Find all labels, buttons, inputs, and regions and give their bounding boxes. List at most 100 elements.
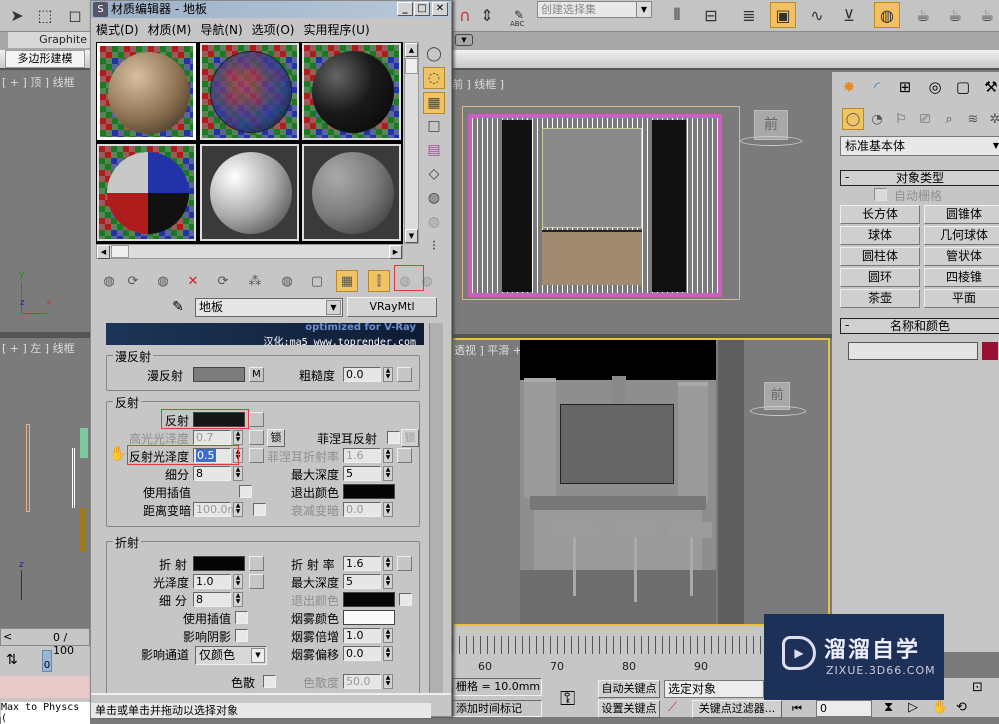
- current-frame-marker[interactable]: 0: [42, 650, 52, 672]
- scroll-right-icon[interactable]: ▶: [389, 245, 402, 259]
- graphite-tab[interactable]: Graphite: [8, 32, 93, 48]
- cylinder-button[interactable]: 圆柱体: [840, 247, 920, 266]
- scroll-up-icon[interactable]: ▲: [405, 43, 418, 57]
- refl-subdivs-input[interactable]: 8: [193, 466, 231, 481]
- chevron-down-icon[interactable]: ▼: [993, 137, 999, 155]
- put-to-library-icon[interactable]: ◍: [276, 270, 298, 292]
- motion-tab-icon[interactable]: ◎: [922, 75, 948, 99]
- cameras-icon[interactable]: ⎚: [914, 108, 936, 130]
- orbit-icon[interactable]: ⟲: [956, 700, 967, 715]
- sample-slot[interactable]: [200, 43, 299, 140]
- abbe-input[interactable]: 50.0: [343, 674, 381, 689]
- dim-distance-checkbox[interactable]: [253, 503, 266, 516]
- name-color-rollout-header[interactable]: - 名称和颜色: [840, 318, 999, 334]
- fresnel-ior-input[interactable]: 1.6: [343, 448, 381, 463]
- fresnel-lock-button[interactable]: 锁: [401, 429, 419, 447]
- region-select-icon[interactable]: ⬚: [32, 2, 58, 28]
- make-unique-icon[interactable]: ⁂: [244, 270, 266, 292]
- refr-max-depth-input[interactable]: 5: [343, 574, 381, 589]
- dispersion-checkbox[interactable]: [263, 675, 276, 688]
- chevron-down-icon[interactable]: ▼: [251, 648, 265, 663]
- dim-falloff-input[interactable]: 0.0: [343, 502, 381, 517]
- dim-distance-spinner[interactable]: ▲ ▼: [233, 502, 243, 517]
- material-name-input[interactable]: 地板 ▼: [195, 298, 343, 317]
- autogrid-checkbox[interactable]: [874, 188, 887, 201]
- video-color-check-icon[interactable]: ▤: [423, 139, 445, 161]
- fog-mult-input[interactable]: 1.0: [343, 628, 381, 643]
- sample-slot[interactable]: [97, 43, 196, 140]
- material-type-button[interactable]: VRayMtl: [347, 297, 437, 317]
- spinner-snap-icon[interactable]: ⇕: [474, 2, 500, 28]
- poly-modeling-tab[interactable]: 多边形建模: [5, 50, 85, 68]
- make-preview-icon[interactable]: ◇: [423, 163, 445, 185]
- refl-gloss-map-button[interactable]: [249, 448, 264, 463]
- viewcube-ring[interactable]: [740, 136, 802, 146]
- fresnel-ior-map-button[interactable]: [397, 448, 412, 463]
- hilight-gloss-map-button[interactable]: [249, 430, 264, 445]
- refl-subdivs-spinner[interactable]: ▲ ▼: [233, 466, 243, 481]
- refl-use-interp-checkbox[interactable]: [239, 485, 252, 498]
- sample-uv-tiling-icon[interactable]: □: [423, 115, 445, 137]
- roughness-input[interactable]: 0.0: [343, 367, 381, 382]
- rollout-scrollbar[interactable]: [429, 323, 443, 693]
- auto-key-button[interactable]: 自动关键点: [598, 680, 660, 698]
- refr-exit-color-checkbox[interactable]: [399, 593, 412, 606]
- eyedropper-icon[interactable]: ✎: [169, 299, 187, 317]
- options-icon[interactable]: ◍: [423, 187, 445, 209]
- maxscript-listener[interactable]: [0, 676, 90, 698]
- show-map-in-viewport-icon[interactable]: ▦: [336, 270, 358, 292]
- ior-map-button[interactable]: [397, 556, 412, 571]
- fog-color-swatch[interactable]: [343, 610, 395, 625]
- refr-gloss-map-button[interactable]: [249, 574, 264, 589]
- fog-bias-spinner[interactable]: ▲ ▼: [383, 646, 393, 661]
- chevron-down-icon[interactable]: ▼: [326, 300, 341, 315]
- goto-start-icon[interactable]: ⏮: [792, 702, 802, 716]
- maxscript-text[interactable]: Max to Physcs (: [1, 702, 90, 724]
- fog-mult-spinner[interactable]: ▲ ▼: [383, 628, 393, 643]
- scroll-thumb[interactable]: [405, 58, 418, 74]
- menu-utilities[interactable]: 实用程序(U): [302, 18, 377, 39]
- key-icon[interactable]: ⚿: [560, 686, 575, 710]
- time-config-icon[interactable]: ⧗: [884, 700, 893, 715]
- diffuse-map-button[interactable]: M: [249, 367, 264, 382]
- sample-slot[interactable]: [302, 43, 401, 140]
- assign-to-selection-icon[interactable]: ◍: [152, 270, 174, 292]
- select-arrow-icon[interactable]: ➤: [4, 2, 30, 28]
- refr-subdivs-input[interactable]: 8: [193, 592, 231, 607]
- layer-manager-icon[interactable]: ≣: [736, 2, 762, 28]
- menu-options[interactable]: 选项(O): [251, 18, 303, 39]
- affect-channels-dropdown[interactable]: 仅颜色 ▼: [195, 646, 267, 665]
- modify-tab-icon[interactable]: ◜: [864, 75, 890, 99]
- time-slider[interactable]: < 0 / 100: [0, 628, 90, 657]
- hilight-gloss-input[interactable]: 0.7: [193, 430, 231, 445]
- align-icon[interactable]: ⊟: [698, 2, 724, 28]
- dim-falloff-spinner[interactable]: ▲ ▼: [383, 502, 393, 517]
- viewcube-ring[interactable]: [750, 406, 806, 416]
- put-to-scene-icon[interactable]: ⟳: [122, 270, 144, 292]
- title-bar[interactable]: S 材质编辑器 - 地板 _ □ ✕: [91, 1, 451, 18]
- viewport-left[interactable]: [ + ] 左 ] 线框 z: [0, 338, 90, 628]
- viewport-left-label[interactable]: [ + ] 左 ] 线框: [2, 340, 75, 356]
- lights-icon[interactable]: ⚐: [890, 108, 912, 130]
- display-tab-icon[interactable]: ▢: [950, 75, 976, 99]
- pyramid-button[interactable]: 四棱锥: [924, 268, 999, 287]
- menu-material[interactable]: 材质(M): [147, 18, 200, 39]
- fresnel-checkbox[interactable]: [387, 431, 400, 444]
- hilight-gloss-spinner[interactable]: ▲ ▼: [233, 430, 243, 445]
- utilities-tab-icon[interactable]: ⚒: [978, 75, 999, 99]
- refract-map-button[interactable]: [249, 556, 264, 571]
- close-button[interactable]: ✕: [432, 2, 448, 16]
- shapes-icon[interactable]: ◔: [866, 108, 888, 130]
- material-map-navigator-icon[interactable]: ⁝: [423, 235, 445, 257]
- diffuse-color-swatch[interactable]: [193, 367, 245, 382]
- tube-button[interactable]: 管状体: [924, 247, 999, 266]
- schematic-view-icon[interactable]: ⊻: [836, 2, 862, 28]
- object-color-swatch[interactable]: [982, 342, 998, 360]
- refr-subdivs-spinner[interactable]: ▲ ▼: [233, 592, 243, 607]
- scroll-left-icon[interactable]: ◀: [97, 245, 110, 259]
- menu-modes[interactable]: 模式(D): [95, 18, 147, 39]
- sample-type-icon[interactable]: ◯: [423, 43, 445, 65]
- refl-max-depth-spinner[interactable]: ▲ ▼: [383, 466, 393, 481]
- minimize-button[interactable]: _: [397, 2, 413, 16]
- background-checker-icon[interactable]: ▦: [423, 92, 445, 114]
